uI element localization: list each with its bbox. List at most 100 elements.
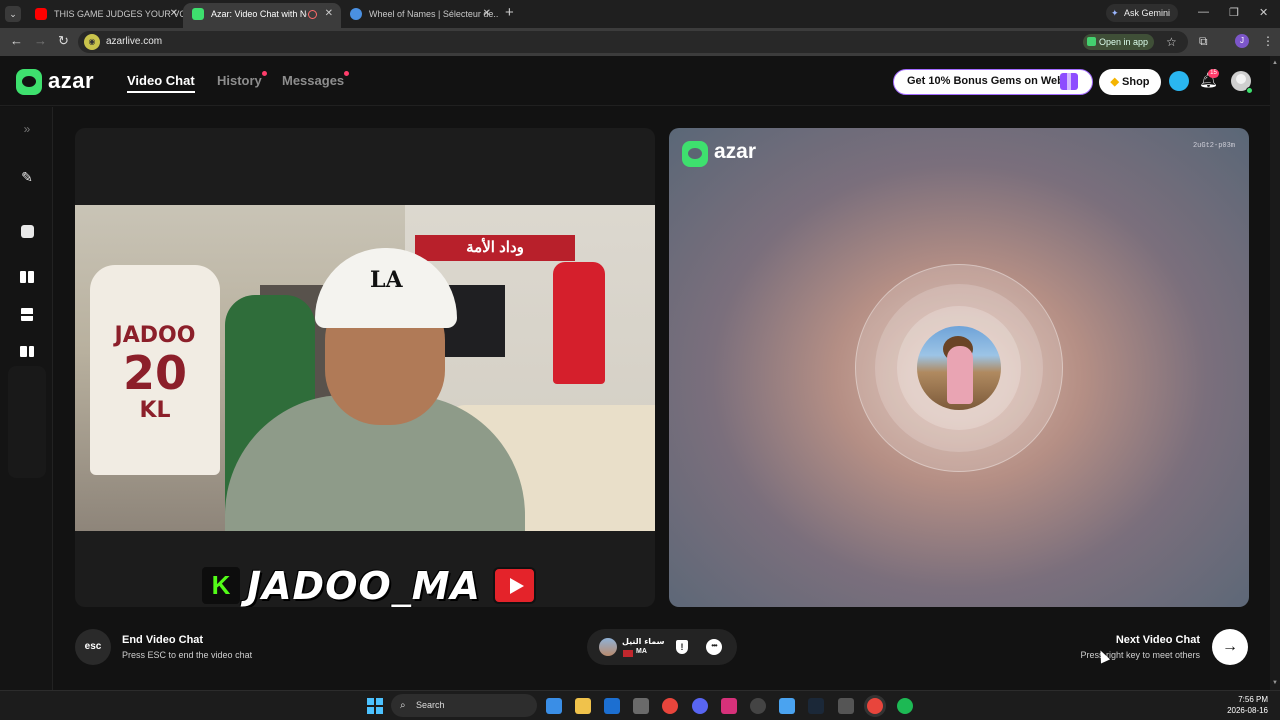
report-shield-icon[interactable]: ! — [676, 640, 688, 654]
windows-taskbar: ⌕ Search 7:56 PM 2026-08-16 — [0, 690, 1280, 720]
browser-tab-azar[interactable]: Azar: Video Chat with New... ✕ — [183, 3, 341, 28]
tab-search-button[interactable]: ⌄ — [5, 6, 21, 22]
app-icon — [1087, 37, 1096, 46]
next-chat-button[interactable]: → — [1212, 629, 1248, 665]
notification-dot-icon — [344, 71, 350, 76]
next-chat-title: Next Video Chat — [1115, 634, 1200, 646]
message-bubble-icon[interactable]: ••• — [706, 639, 722, 655]
left-rail: » ✎ — [0, 107, 53, 690]
outlook-icon[interactable] — [604, 698, 620, 714]
kick-logo-icon — [202, 567, 240, 604]
notification-dot-icon — [261, 71, 267, 76]
extensions-icon[interactable]: ⧉ — [1199, 34, 1208, 49]
end-chat-hint: Press ESC to end the video chat — [122, 650, 253, 660]
url-text: azarlive.com — [106, 36, 163, 47]
system-clock[interactable]: 7:56 PM 2026-08-16 — [1227, 694, 1268, 716]
filter-icon[interactable] — [10, 215, 44, 245]
layout-side-by-side-icon[interactable] — [10, 261, 44, 291]
clock-date: 2026-08-16 — [1227, 706, 1268, 715]
azar-logo-icon — [16, 69, 42, 95]
youtube-logo-icon — [493, 567, 536, 604]
page-scrollbar[interactable]: ▲ ▼ — [1270, 56, 1280, 690]
tab-title: THIS GAME JUDGES YOUR VO... — [54, 9, 186, 19]
forward-icon[interactable]: → — [34, 33, 47, 48]
profile-avatar-icon[interactable]: J — [1235, 34, 1249, 48]
layout-grid-icon[interactable] — [10, 335, 44, 365]
recording-indicator-icon — [308, 10, 317, 19]
photos-app-icon[interactable] — [546, 698, 562, 714]
nav-video-chat[interactable]: Video Chat — [127, 73, 195, 93]
open-in-app-button[interactable]: Open in app — [1083, 34, 1155, 50]
launcher-icon[interactable] — [838, 698, 854, 714]
taskbar-search-label: Search — [416, 700, 445, 710]
partner-country: MA — [636, 648, 647, 655]
youtube-favicon-icon — [35, 8, 47, 20]
browser-tab-wheel-of-names[interactable]: Wheel of Names | Sélecteur de... ✕ — [341, 3, 499, 28]
layout-stacked-icon[interactable] — [10, 298, 44, 328]
instagram-icon[interactable] — [721, 698, 737, 714]
webcam-feed: وداد الأمة JADOO 20 KL LA — [75, 205, 655, 531]
match-profile-photo — [917, 326, 1001, 410]
search-icon: ⌕ — [400, 700, 406, 711]
bonus-gems-label: Get 10% Bonus Gems on Web! — [907, 75, 1068, 87]
session-id: 2uGt2-p03m — [1192, 142, 1235, 150]
ask-gemini-label: Ask Gemini — [1124, 8, 1171, 18]
taskbar-search[interactable]: ⌕ Search — [391, 694, 537, 717]
club-banner: وداد الأمة — [415, 235, 575, 261]
azar-watermark-text: azar — [714, 140, 757, 163]
minimize-icon[interactable]: — — [1198, 6, 1209, 18]
store-icon[interactable] — [633, 698, 649, 714]
gift-icon — [1060, 73, 1078, 90]
scroll-up-icon[interactable]: ▲ — [1272, 60, 1278, 66]
site-info-icon[interactable]: ◉ — [84, 34, 100, 50]
chat-bubble-icon[interactable] — [1169, 71, 1189, 91]
local-video-panel: وداد الأمة JADOO 20 KL LA JADOO_MA — [75, 128, 655, 607]
spotify-icon[interactable] — [897, 698, 913, 714]
end-chat-button[interactable]: esc — [75, 629, 111, 665]
discord-icon[interactable] — [692, 698, 708, 714]
address-bar[interactable]: ◉ azarlive.com Open in app ☆ — [78, 31, 1188, 53]
streamer-handle-overlay: JADOO_MA — [200, 564, 536, 607]
nav-history[interactable]: History — [217, 71, 267, 88]
file-explorer-icon[interactable] — [575, 698, 591, 714]
wheel-favicon-icon — [350, 8, 362, 20]
chrome-active-icon[interactable] — [867, 698, 883, 714]
app-icon[interactable] — [779, 698, 795, 714]
jersey-number: 20 — [122, 346, 187, 400]
nav-messages[interactable]: Messages — [282, 71, 350, 88]
close-tab-icon[interactable]: ✕ — [170, 3, 178, 25]
ask-gemini-button[interactable]: ✦ Ask Gemini — [1106, 4, 1179, 22]
jersey-name: JADOO — [114, 323, 196, 348]
close-tab-icon[interactable]: ✕ — [483, 3, 491, 25]
close-tab-icon[interactable]: ✕ — [325, 3, 333, 25]
gemini-sparkle-icon: ✦ — [1111, 8, 1119, 18]
bookmark-star-icon[interactable]: ☆ — [1166, 35, 1177, 49]
open-in-app-label: Open in app — [1099, 37, 1149, 47]
layout-selector — [8, 366, 46, 478]
back-icon[interactable]: ← — [10, 33, 23, 48]
streamer-handle: JADOO_MA — [247, 564, 481, 607]
double-chevron-right-icon[interactable]: » — [10, 114, 44, 144]
close-window-icon[interactable]: ✕ — [1259, 6, 1268, 19]
browser-menu-icon[interactable]: ⋮ — [1262, 34, 1274, 48]
new-tab-button[interactable]: + — [505, 4, 514, 22]
chrome-icon[interactable] — [662, 698, 678, 714]
cap-logo: LA — [370, 267, 403, 293]
remote-video-panel: azar 2uGt2-p03m — [669, 128, 1249, 607]
steam-icon[interactable] — [808, 698, 824, 714]
shop-label: Shop — [1122, 76, 1150, 88]
magic-wand-icon[interactable]: ✎ — [10, 162, 44, 192]
browser-toolbar: ← → ↻ ◉ azarlive.com Open in app ☆ ⧉ J ⋮ — [0, 28, 1280, 56]
browser-tab-strip: ⌄ THIS GAME JUDGES YOUR VO... ✕ Azar: Vi… — [0, 0, 1280, 28]
restore-icon[interactable]: ❐ — [1229, 6, 1239, 19]
scroll-down-icon[interactable]: ▼ — [1272, 680, 1278, 686]
partner-avatar[interactable] — [599, 638, 617, 656]
reload-icon[interactable]: ↻ — [58, 33, 69, 49]
obs-icon[interactable] — [750, 698, 766, 714]
shop-button[interactable]: ◆ Shop — [1099, 69, 1161, 95]
partner-info-pill: سماء النيل MA ! ••• — [587, 629, 737, 665]
bonus-gems-button[interactable]: Get 10% Bonus Gems on Web! — [893, 69, 1093, 95]
windows-start-icon[interactable] — [367, 698, 383, 714]
browser-tab-youtube[interactable]: THIS GAME JUDGES YOUR VO... ✕ — [26, 3, 186, 28]
azar-wordmark: azar — [48, 68, 95, 93]
